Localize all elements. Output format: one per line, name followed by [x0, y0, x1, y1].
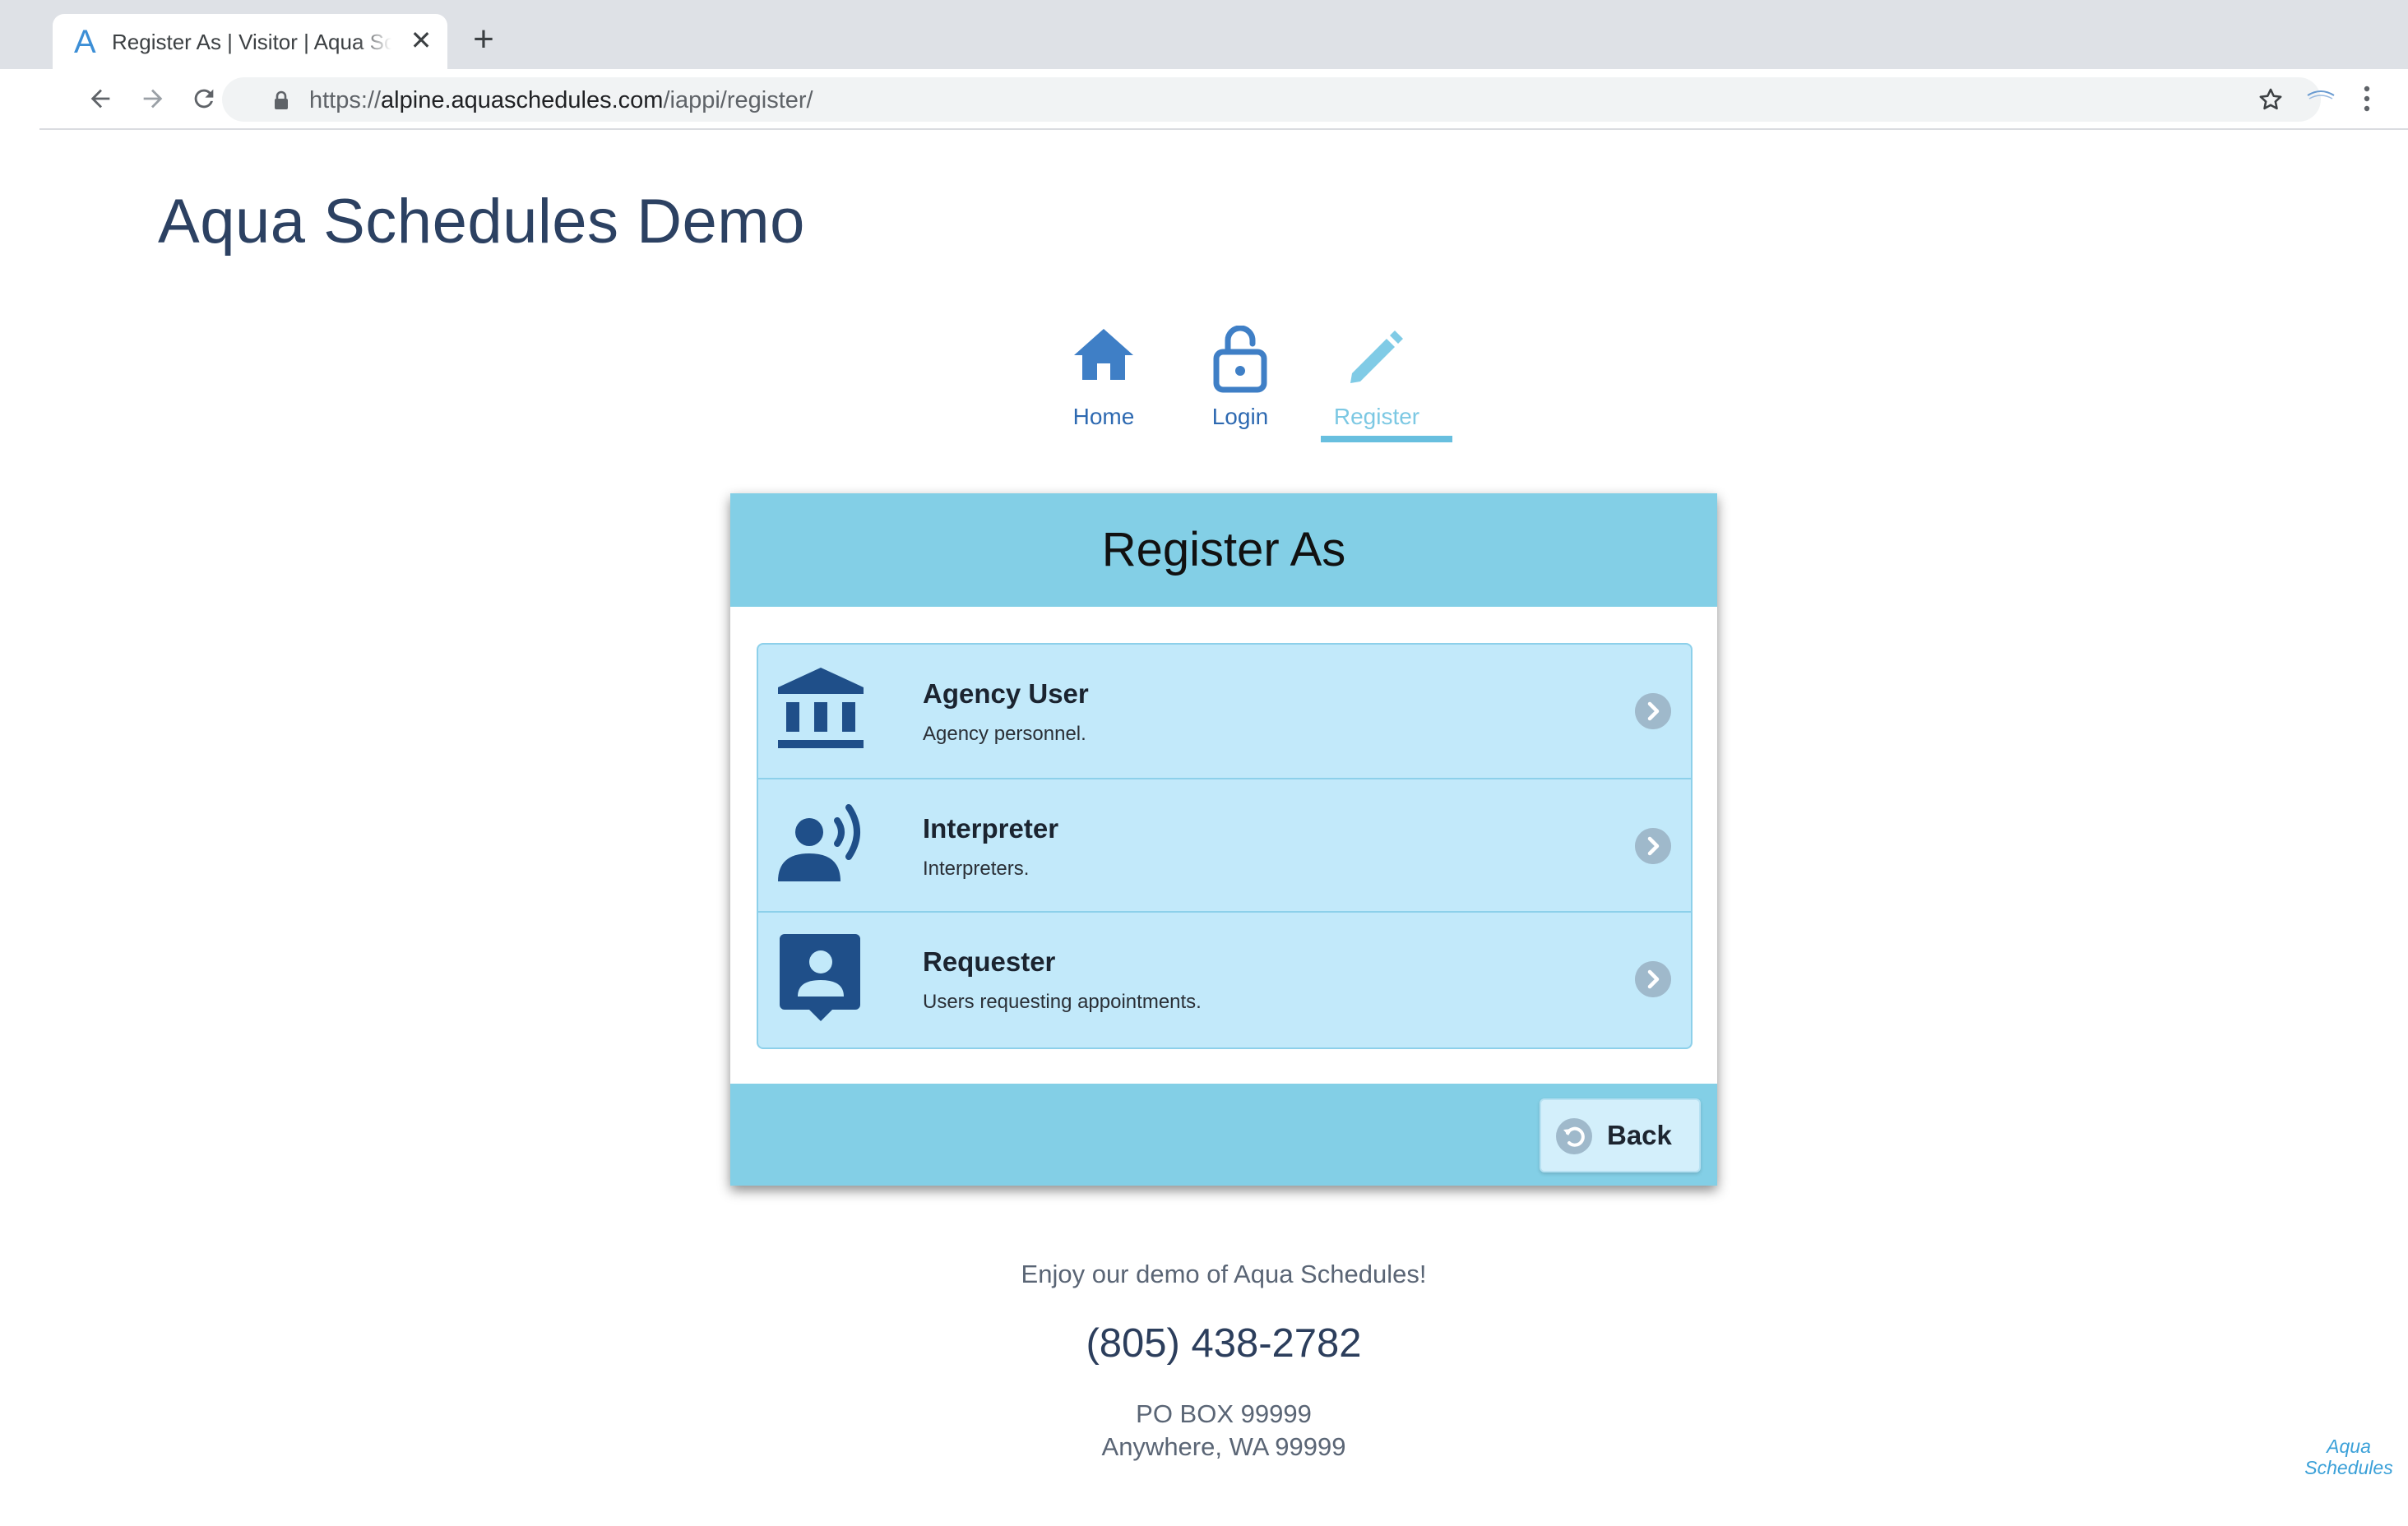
browser-tabstrip: A Register As | Visitor | Aqua Schedules… [0, 0, 2408, 69]
bank-icon [778, 668, 864, 748]
register-options-list: Agency User Agency personnel. Interprete… [757, 643, 1693, 1049]
home-icon [1074, 329, 1133, 380]
nav-login[interactable]: Login [1174, 326, 1306, 449]
tab-close-icon[interactable]: ✕ [406, 25, 436, 55]
card-title: Register As [1101, 523, 1346, 576]
lock-icon [275, 90, 288, 109]
star-icon[interactable] [2257, 86, 2285, 113]
new-tab-icon[interactable]: + [465, 21, 502, 59]
aqua-schedules-logo[interactable]: Aqua Schedules [2303, 1436, 2395, 1478]
footer-tagline: Enjoy our demo of Aqua Schedules! [1021, 1260, 1427, 1288]
site-title: Aqua Schedules Demo [158, 187, 805, 257]
option-interpreter[interactable]: Interpreter Interpreters. [758, 778, 1691, 913]
back-button[interactable]: Back [1540, 1098, 1701, 1172]
logo-line2: Schedules [2304, 1457, 2393, 1478]
back-button-label: Back [1607, 1120, 1672, 1150]
active-tab-indicator [1321, 436, 1452, 442]
reload-icon[interactable] [184, 79, 224, 118]
nav-login-label: Login [1211, 404, 1269, 429]
tab-title: Register As | Visitor | Aqua Schedules [112, 30, 391, 54]
forward-arrow-icon[interactable] [133, 79, 173, 118]
option-desc: Users requesting appointments. [923, 991, 1202, 1013]
back-arrow-icon[interactable] [81, 79, 120, 118]
option-name: Interpreter [923, 813, 1059, 844]
chevron-right-icon[interactable] [1635, 961, 1671, 997]
lock-open-icon [1213, 326, 1267, 393]
card-header: Register As [730, 493, 1717, 607]
extension-icon[interactable] [2303, 84, 2339, 113]
pencil-icon [1350, 331, 1403, 383]
chevron-right-icon[interactable] [1635, 828, 1671, 864]
register-card: Register As Agency User Agency personnel… [730, 493, 1717, 1186]
site-favicon-icon: A [74, 24, 96, 60]
footer-address-line2: Anywhere, WA 99999 [1101, 1432, 1346, 1461]
option-name: Agency User [923, 678, 1089, 709]
chevron-right-icon[interactable] [1635, 693, 1671, 729]
speaking-person-icon [778, 804, 860, 881]
browser-tab[interactable]: A Register As | Visitor | Aqua Schedules… [53, 14, 447, 69]
option-desc: Interpreters. [923, 858, 1030, 880]
option-agency-user[interactable]: Agency User Agency personnel. [758, 645, 1691, 778]
logo-line1: Aqua [2327, 1436, 2371, 1457]
card-footer: Back [730, 1084, 1717, 1186]
contact-card-icon [780, 934, 860, 1021]
nav-home[interactable]: Home [1038, 326, 1169, 449]
option-desc: Agency personnel. [923, 723, 1086, 745]
nav-home-label: Home [1072, 404, 1135, 429]
footer-phone: (805) 438-2782 [1086, 1321, 1362, 1366]
footer-address-line1: PO BOX 99999 [1136, 1399, 1312, 1428]
nav-register-label: Register [1333, 404, 1420, 429]
option-requester[interactable]: Requester Users requesting appointments. [758, 911, 1691, 1046]
url-text: https://alpine.aquaschedules.com/iappi/r… [309, 87, 813, 113]
undo-icon [1556, 1118, 1592, 1154]
browser-toolbar: https://alpine.aquaschedules.com/iappi/r… [39, 69, 2408, 130]
main-nav: Home Login Register [1038, 326, 1466, 449]
menu-dots-icon[interactable] [2360, 84, 2373, 113]
nav-register[interactable]: Register [1311, 326, 1452, 449]
address-bar[interactable]: https://alpine.aquaschedules.com/iappi/r… [222, 77, 2321, 122]
option-name: Requester [923, 946, 1056, 977]
